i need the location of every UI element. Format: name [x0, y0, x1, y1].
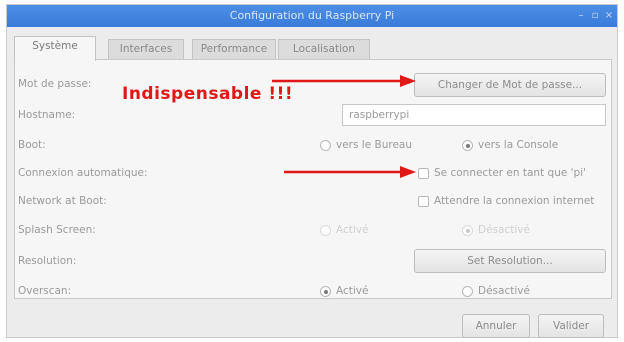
tab-interfaces[interactable]: Interfaces: [108, 39, 184, 60]
annotation-arrow-autologin: [284, 166, 416, 178]
overscan-disabled-radio[interactable]: [462, 286, 473, 297]
network-boot-checkbox-label: Attendre la connexion internet: [434, 195, 595, 207]
overscan-disabled-label: Désactivé: [478, 285, 530, 297]
splash-label: Splash Screen:: [18, 224, 96, 236]
tab-performance[interactable]: Performance: [192, 39, 276, 60]
cancel-button[interactable]: Annuler: [462, 314, 530, 338]
boot-console-label: vers la Console: [478, 139, 559, 151]
boot-desktop-radio[interactable]: [320, 140, 331, 151]
window-title: Configuration du Raspberry Pi: [229, 9, 395, 22]
annotation-text: Indispensable !!!: [122, 84, 294, 104]
boot-console-radio[interactable]: [462, 140, 473, 151]
overscan-enabled-radio[interactable]: [320, 286, 331, 297]
ok-button[interactable]: Valider: [538, 314, 604, 338]
boot-label: Boot:: [18, 139, 46, 151]
network-boot-checkbox[interactable]: [418, 196, 429, 207]
splash-enabled-label: Activé: [336, 224, 369, 236]
autologin-checkbox-label: Se connecter en tant que 'pi': [434, 167, 587, 179]
annotation-arrow-password: [272, 75, 416, 87]
close-icon[interactable]: ×: [603, 10, 615, 22]
autologin-checkbox[interactable]: [418, 168, 429, 179]
tab-systeme[interactable]: Système: [14, 36, 96, 61]
change-password-button[interactable]: Changer de Mot de passe...: [414, 73, 606, 97]
splash-disabled-radio: [462, 225, 473, 236]
title-bar: Configuration du Raspberry Pi – ▫ ×: [7, 5, 617, 27]
minimize-icon[interactable]: –: [575, 10, 587, 22]
hostname-input[interactable]: raspberrypi: [342, 104, 606, 126]
boot-desktop-label: vers le Bureau: [336, 139, 413, 151]
password-label: Mot de passe:: [18, 78, 92, 90]
resolution-label: Resolution:: [18, 255, 77, 267]
overscan-label: Overscan:: [18, 285, 72, 297]
overscan-enabled-label: Activé: [336, 285, 369, 297]
hostname-label: Hostname:: [18, 109, 76, 121]
network-boot-label: Network at Boot:: [18, 195, 107, 207]
tab-localisation[interactable]: Localisation: [278, 39, 370, 60]
splash-enabled-radio: [320, 225, 331, 236]
set-resolution-button[interactable]: Set Resolution...: [414, 249, 606, 273]
maximize-icon[interactable]: ▫: [589, 10, 601, 22]
autologin-label: Connexion automatique:: [18, 167, 148, 179]
splash-disabled-label: Désactivé: [478, 224, 530, 236]
